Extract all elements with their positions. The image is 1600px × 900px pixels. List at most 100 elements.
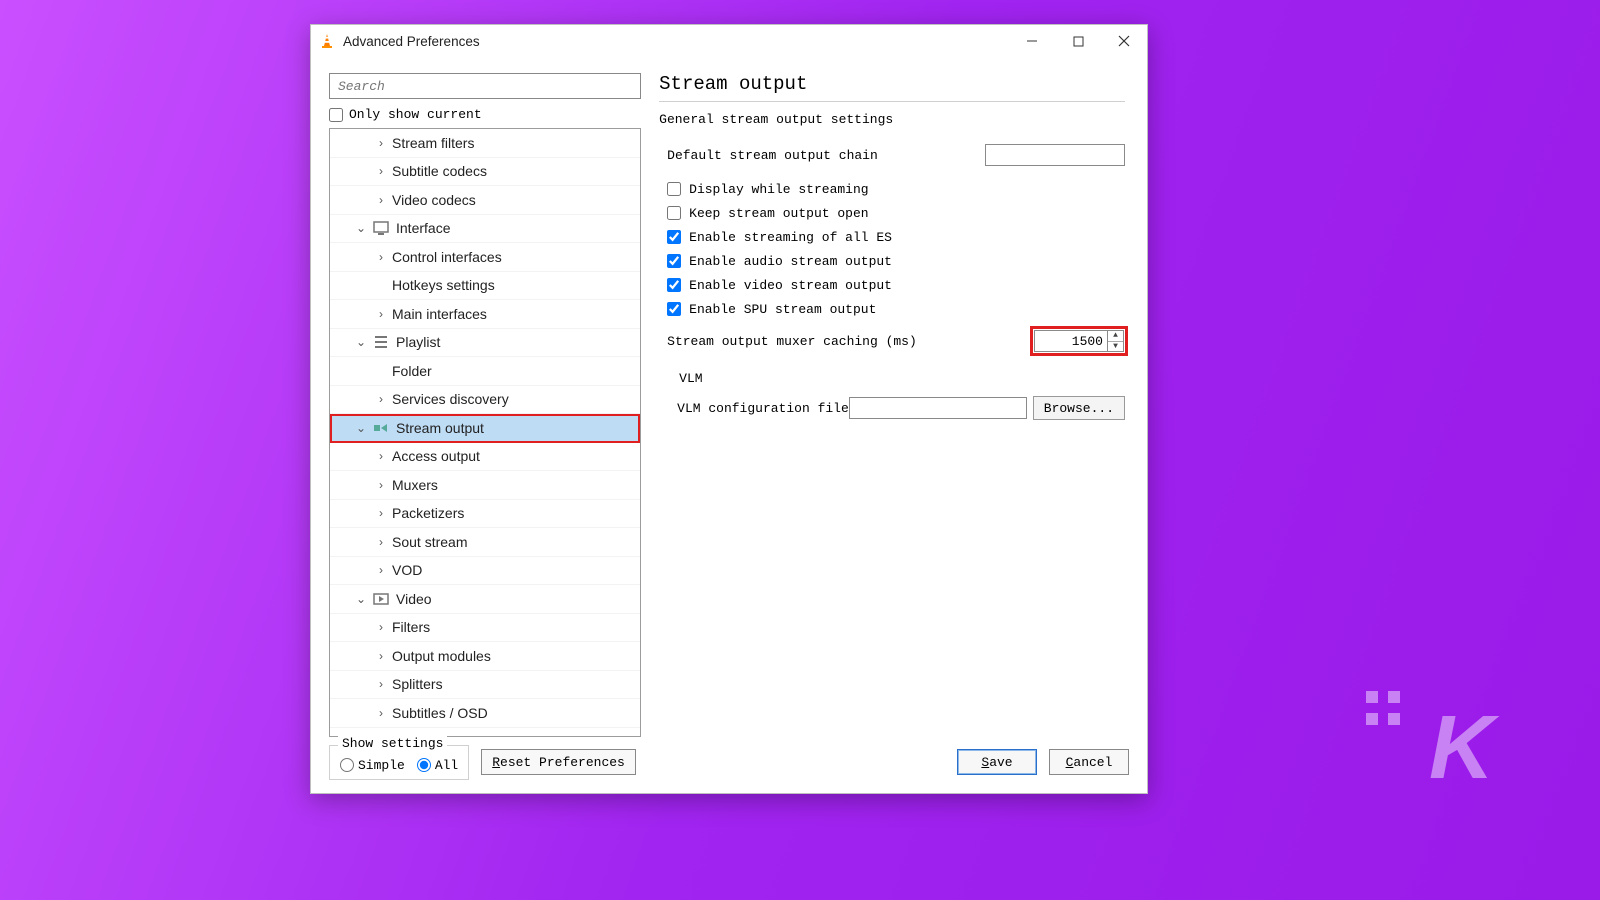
tree-item-main-interfaces[interactable]: › Main interfaces (330, 300, 640, 329)
video-icon (372, 590, 390, 608)
search-input[interactable] (329, 73, 641, 99)
tree-item-interface[interactable]: ⌄Interface (330, 215, 640, 244)
default-chain-input[interactable] (985, 144, 1125, 166)
checkbox-row-display-while-streaming[interactable]: Display while streaming (667, 177, 1125, 201)
checkbox[interactable] (667, 206, 681, 220)
titlebar: Advanced Preferences (311, 25, 1147, 57)
save-button[interactable]: Save (957, 749, 1037, 775)
chevron-right-icon[interactable]: › (374, 449, 388, 463)
chevron-down-icon[interactable]: ⌄ (354, 335, 368, 349)
tree-item-output-modules[interactable]: ›Output modules (330, 642, 640, 671)
chevron-right-icon[interactable]: › (374, 136, 388, 150)
only-show-current-row[interactable]: Only show current (329, 107, 641, 122)
default-chain-label: Default stream output chain (667, 148, 985, 163)
cancel-button[interactable]: Cancel (1049, 749, 1129, 775)
chevron-right-icon[interactable]: › (374, 478, 388, 492)
checkbox[interactable] (667, 254, 681, 268)
tree-item-label: Folder (392, 363, 432, 379)
tree-item-filters[interactable]: ›Filters (330, 614, 640, 643)
watermark-dots (1366, 691, 1400, 725)
tree-item-hotkeys-settings[interactable]: Hotkeys settings (330, 272, 640, 301)
tree-item-playlist[interactable]: ⌄Playlist (330, 329, 640, 358)
tree-item-label: Main interfaces (392, 306, 487, 322)
chevron-right-icon[interactable]: › (374, 164, 388, 178)
checkbox-row-enable-audio-stream-output[interactable]: Enable audio stream output (667, 249, 1125, 273)
tree-item-label: Video codecs (392, 192, 476, 208)
tree-item-label: Packetizers (392, 505, 464, 521)
checkbox-row-enable-video-stream-output[interactable]: Enable video stream output (667, 273, 1125, 297)
checkbox[interactable] (667, 278, 681, 292)
checkbox-row-enable-streaming-of-all-es[interactable]: Enable streaming of all ES (667, 225, 1125, 249)
panel-subtitle: General stream output settings (659, 112, 1125, 127)
chevron-right-icon[interactable]: › (374, 250, 388, 264)
chevron-right-icon[interactable]: › (374, 563, 388, 577)
vlm-file-label: VLM configuration file (677, 401, 849, 416)
spinner-down-icon[interactable]: ▼ (1108, 342, 1123, 352)
chevron-right-icon[interactable]: › (374, 677, 388, 691)
show-settings-group: Show settings Simple All (329, 745, 469, 780)
chevron-right-icon[interactable]: › (374, 620, 388, 634)
tree-item-subtitles-osd[interactable]: › Subtitles / OSD (330, 699, 640, 728)
checkbox[interactable] (667, 182, 681, 196)
checkbox-label: Keep stream output open (689, 206, 868, 221)
tree-item-services-discovery[interactable]: › Services discovery (330, 386, 640, 415)
muxer-caching-input[interactable] (1034, 330, 1108, 352)
tree-item-label: Stream output (396, 420, 484, 436)
preferences-dialog: Advanced Preferences Only show current ›… (310, 24, 1148, 794)
tree-item-muxers[interactable]: › Muxers (330, 471, 640, 500)
tree-item-splitters[interactable]: › Splitters (330, 671, 640, 700)
reset-preferences-button[interactable]: Reset Preferences (481, 749, 636, 775)
vlc-cone-icon (319, 33, 335, 49)
checkbox[interactable] (667, 302, 681, 316)
tree-item-sout-stream[interactable]: › Sout stream (330, 528, 640, 557)
radio-simple[interactable]: Simple (340, 758, 405, 773)
chevron-down-icon[interactable]: ⌄ (354, 221, 368, 235)
tree-item-label: Stream filters (392, 135, 474, 151)
chevron-right-icon[interactable]: › (374, 649, 388, 663)
checkbox-label: Enable streaming of all ES (689, 230, 892, 245)
tree-item-stream-filters[interactable]: › Stream filters (330, 129, 640, 158)
tree-item-folder[interactable]: Folder (330, 357, 640, 386)
vlm-file-input[interactable] (849, 397, 1027, 419)
chevron-right-icon[interactable]: › (374, 535, 388, 549)
checkbox-row-keep-stream-output-open[interactable]: Keep stream output open (667, 201, 1125, 225)
chevron-right-icon[interactable]: › (374, 706, 388, 720)
tree-item-label: Sout stream (392, 534, 467, 550)
spinner-up-icon[interactable]: ▲ (1108, 331, 1123, 342)
minimize-button[interactable] (1009, 25, 1055, 57)
tree-item-label: Subtitles / OSD (392, 705, 488, 721)
close-button[interactable] (1101, 25, 1147, 57)
only-show-current-checkbox[interactable] (329, 108, 343, 122)
show-settings-legend: Show settings (338, 736, 447, 751)
chevron-right-icon[interactable]: › (374, 307, 388, 321)
tree-item-label: Splitters (392, 676, 443, 692)
tree-item-control-interfaces[interactable]: ›Control interfaces (330, 243, 640, 272)
chevron-right-icon[interactable]: › (374, 506, 388, 520)
tree-item-video-codecs[interactable]: › Video codecs (330, 186, 640, 215)
tree-item-video[interactable]: ⌄Video (330, 585, 640, 614)
watermark-k: K (1429, 697, 1490, 800)
category-tree-scroll[interactable]: ›Stream filters›Subtitle codecs›Video co… (330, 129, 640, 736)
maximize-button[interactable] (1055, 25, 1101, 57)
tree-item-access-output[interactable]: › Access output (330, 443, 640, 472)
chevron-right-icon[interactable]: › (374, 392, 388, 406)
tree-item-stream-output[interactable]: ⌄ Stream output (330, 414, 640, 443)
browse-button[interactable]: Browse... (1033, 396, 1125, 420)
muxer-caching-spinner[interactable]: ▲▼ (1108, 330, 1124, 352)
chevron-down-icon[interactable]: ⌄ (354, 592, 368, 606)
interface-icon (372, 219, 390, 237)
chevron-right-icon[interactable]: › (374, 193, 388, 207)
radio-all[interactable]: All (417, 758, 458, 773)
tree-item-vod[interactable]: ›VOD (330, 557, 640, 586)
panel-title: Stream output (659, 73, 1125, 102)
tree-item-label: Services discovery (392, 391, 509, 407)
tree-item-label: Access output (392, 448, 480, 464)
only-show-current-label: Only show current (349, 107, 482, 122)
tree-item-label: Muxers (392, 477, 438, 493)
checkbox[interactable] (667, 230, 681, 244)
tree-item-packetizers[interactable]: › Packetizers (330, 500, 640, 529)
checkbox-label: Enable SPU stream output (689, 302, 876, 317)
chevron-down-icon[interactable]: ⌄ (354, 421, 368, 435)
checkbox-row-enable-spu-stream-output[interactable]: Enable SPU stream output (667, 297, 1125, 321)
tree-item-subtitle-codecs[interactable]: ›Subtitle codecs (330, 158, 640, 187)
